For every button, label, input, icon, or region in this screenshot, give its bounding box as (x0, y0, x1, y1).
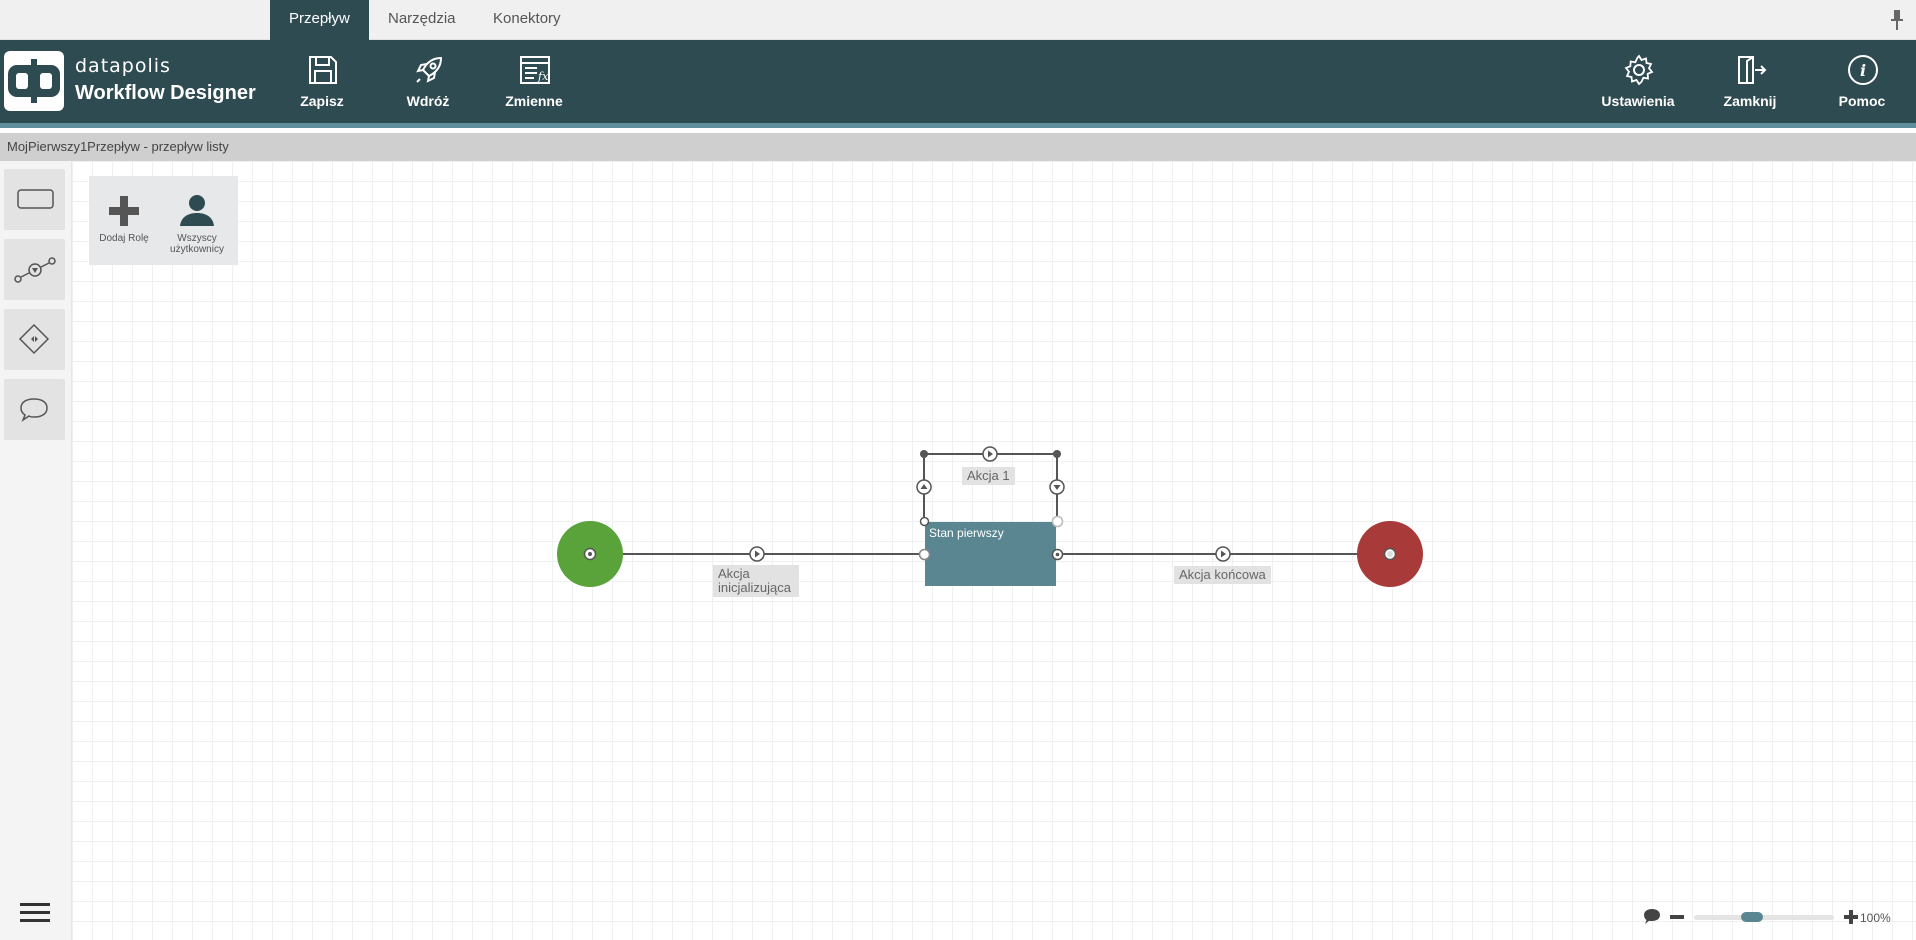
deploy-button[interactable]: Wdróż (378, 40, 478, 128)
zoom-slider-track[interactable] (1694, 915, 1834, 920)
close-button[interactable]: Zamknij (1700, 40, 1800, 128)
loop-action-label[interactable]: Akcja 1 (962, 467, 1015, 485)
state-tool[interactable] (4, 169, 65, 230)
menu-icon[interactable] (20, 903, 50, 925)
zoom-level: 100% (1860, 911, 1891, 925)
gear-icon (1624, 54, 1654, 86)
start-node[interactable] (557, 521, 623, 587)
zoom-out-icon[interactable] (1669, 909, 1685, 925)
tab-narzedzia[interactable]: Narzędzia (369, 0, 475, 40)
zoom-controls: 100% (1640, 905, 1916, 929)
svg-text:fx: fx (537, 70, 549, 83)
transition-tool-icon (14, 257, 56, 283)
brand-company: datapolis (75, 55, 171, 77)
comment-tool[interactable] (4, 379, 65, 440)
pin-icon[interactable] (1890, 9, 1904, 31)
workflow-title-bar: MojPierwszy1Przepływ - przepływ listy (0, 133, 1916, 161)
close-label: Zamknij (1723, 93, 1777, 109)
roles-panel: Dodaj Rolę Wszyscy użytkownicy (89, 176, 238, 265)
init-transition-arrow-icon[interactable] (749, 546, 765, 562)
state-top-right-port[interactable] (1051, 515, 1064, 528)
plus-icon (109, 196, 139, 226)
help-label: Pomoc (1838, 93, 1886, 109)
add-role-button[interactable]: Dodaj Rolę (89, 176, 159, 265)
state-top-left-port[interactable] (918, 515, 931, 528)
state-tool-icon (17, 189, 54, 209)
state-node[interactable]: Stan pierwszy (925, 522, 1056, 586)
help-button[interactable]: i Pomoc (1812, 40, 1912, 128)
variables-icon: fx (520, 56, 550, 84)
save-label: Zapisz (300, 93, 344, 109)
deploy-label: Wdróż (406, 93, 450, 109)
variables-button[interactable]: fx Zmienne (484, 40, 584, 128)
tab-przeplyw[interactable]: Przepływ (270, 0, 369, 40)
zoom-slider-handle[interactable] (1741, 912, 1763, 922)
tool-palette (0, 161, 72, 940)
info-icon: i (1848, 55, 1878, 85)
comment-tool-icon (20, 398, 48, 422)
settings-button[interactable]: Ustawienia (1588, 40, 1688, 128)
datapolis-logo (4, 51, 64, 111)
end-action-label[interactable]: Akcja końcowa (1174, 566, 1271, 584)
loop-top-arrow-icon[interactable] (982, 446, 998, 462)
transition-tool[interactable] (4, 239, 65, 300)
add-role-label: Dodaj Rolę (99, 233, 149, 244)
save-button[interactable]: Zapisz (272, 40, 372, 128)
condition-tool-icon (18, 323, 50, 355)
end-node[interactable] (1357, 521, 1423, 587)
state-right-port[interactable] (1051, 548, 1064, 561)
settings-label: Ustawienia (1601, 93, 1675, 109)
zoom-in-icon[interactable] (1843, 909, 1859, 925)
condition-tool[interactable] (4, 309, 65, 370)
loop-left-arrow-icon[interactable] (916, 479, 932, 495)
variables-label: Zmienne (505, 93, 563, 109)
state-title: Stan pierwszy (929, 526, 1004, 540)
all-users-role[interactable]: Wszyscy użytkownicy (159, 176, 235, 265)
comment-toggle-icon[interactable] (1643, 908, 1661, 925)
init-action-label[interactable]: Akcja inicjalizująca (713, 565, 799, 597)
state-left-port[interactable] (918, 548, 931, 561)
ribbon-toolbar: datapolis Workflow Designer Zapisz Wdróż… (0, 40, 1916, 128)
loop-right-arrow-icon[interactable] (1049, 479, 1065, 495)
top-tab-bar: Przepływ Narzędzia Konektory (0, 0, 1916, 40)
svg-text:i: i (1860, 61, 1866, 80)
brand-product: Workflow Designer (75, 82, 256, 104)
save-icon (309, 56, 337, 84)
rocket-icon (416, 56, 443, 83)
end-transition-arrow-icon[interactable] (1215, 546, 1231, 562)
exit-icon (1738, 56, 1767, 84)
tab-konektory[interactable]: Konektory (474, 0, 580, 40)
user-icon (180, 195, 214, 226)
all-users-label: Wszyscy użytkownicy (170, 233, 224, 255)
